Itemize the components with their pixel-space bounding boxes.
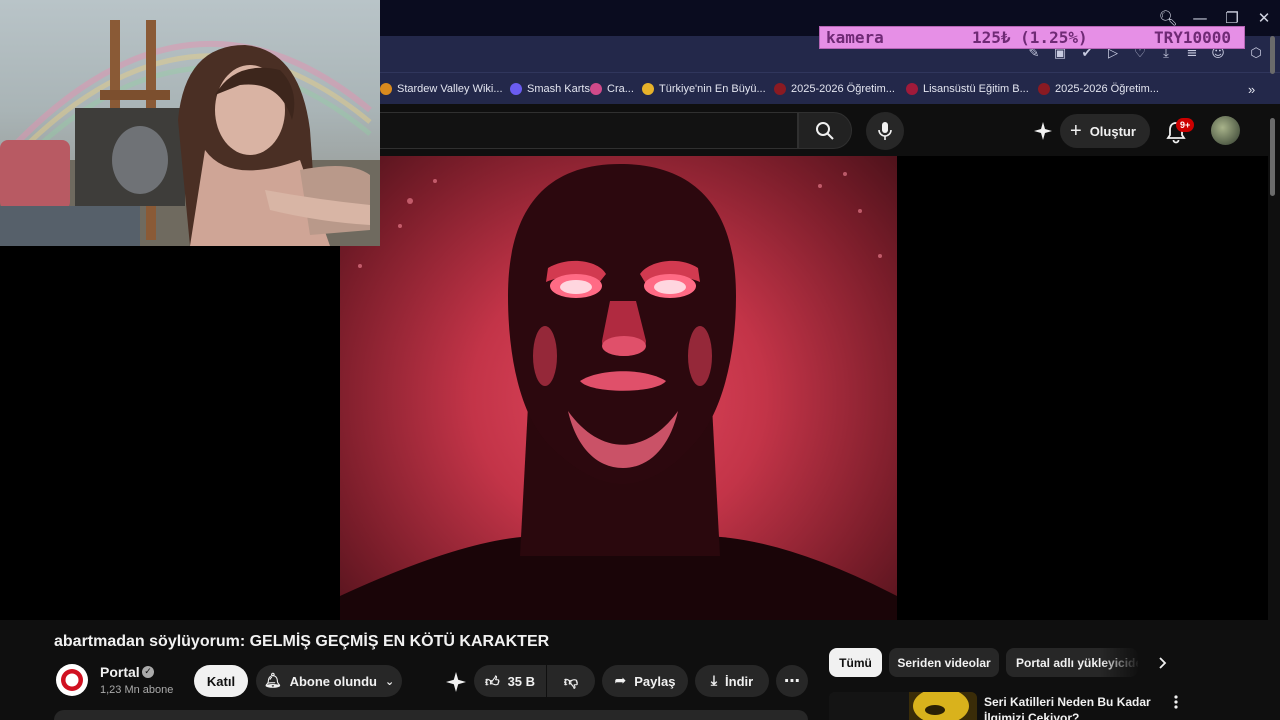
like-count: 35 B xyxy=(507,673,536,689)
ai-sparkle-icon[interactable] xyxy=(1032,120,1054,142)
bookmark-cra[interactable]: Cra... xyxy=(590,80,634,98)
bookmark-turkey-site[interactable]: Türkiye'nin En Büyü... xyxy=(642,80,766,98)
university-icon xyxy=(906,83,918,95)
video-thumbnail-red-face[interactable] xyxy=(340,156,897,620)
more-vertical-icon[interactable] xyxy=(1168,694,1184,710)
bookmarks-overflow-icon[interactable]: » xyxy=(1248,80,1255,98)
microphone-icon xyxy=(878,122,892,140)
download-icon: ⤓ xyxy=(710,673,718,689)
scrollbar-thumb[interactable] xyxy=(1270,118,1275,196)
portal-logo-icon xyxy=(61,669,83,691)
chip-all[interactable]: Tümü xyxy=(829,648,882,677)
university-icon xyxy=(1038,83,1050,95)
thumbs-up-icon: 👍︎ xyxy=(484,673,500,690)
more-actions-button[interactable]: ⋯ xyxy=(776,665,808,697)
university-icon xyxy=(774,83,786,95)
search-button[interactable] xyxy=(798,112,852,149)
search-icon xyxy=(816,121,834,140)
channel-avatar[interactable] xyxy=(56,664,88,696)
bookmark-ogretim-2[interactable]: 2025-2026 Öğretim... xyxy=(1038,80,1159,98)
overlay-goal: TRY10000 xyxy=(1154,28,1232,47)
chevron-right-icon[interactable] xyxy=(1150,651,1174,675)
create-button[interactable]: + Oluştur xyxy=(1060,114,1150,148)
bookmark-ogretim-1[interactable]: 2025-2026 Öğretim... xyxy=(774,80,895,98)
chip-series-videos[interactable]: Seriden videolar xyxy=(889,648,999,677)
description-box[interactable] xyxy=(54,710,808,720)
overlay-price: 125₺ (1.25%) xyxy=(972,28,1088,47)
search-input[interactable] xyxy=(380,112,798,149)
verified-badge-icon: ✓ xyxy=(142,666,154,678)
extension-icon[interactable]: ⬡ xyxy=(1246,44,1266,64)
overlay-label: kamera xyxy=(826,28,884,47)
webcam-overlay xyxy=(0,0,380,246)
ai-sparkle-icon[interactable] xyxy=(444,670,468,694)
stream-price-overlay: kamera 125₺ (1.25%) TRY10000 xyxy=(819,26,1245,49)
join-button[interactable]: Katıl xyxy=(194,665,248,697)
stardew-icon xyxy=(380,83,392,95)
cra-icon xyxy=(590,83,602,95)
bookmark-lisansustu[interactable]: Lisansüstü Eğitim B... xyxy=(906,80,1029,98)
dislike-button[interactable]: 👎︎ xyxy=(547,665,595,697)
chip-fade xyxy=(1100,646,1140,679)
webcam-feed xyxy=(0,20,380,246)
more-horizontal-icon: ⋯ xyxy=(784,673,800,690)
bookmark-smash-karts[interactable]: Smash Karts xyxy=(510,80,590,98)
download-button[interactable]: ⤓ İndir xyxy=(695,665,769,697)
smash-karts-icon xyxy=(510,83,522,95)
video-frame-art xyxy=(340,164,897,620)
like-button[interactable]: 👍︎ 35 B xyxy=(474,665,546,697)
notification-count-badge: 9+ xyxy=(1176,118,1195,132)
subscriber-count: 1,23 Mn abone xyxy=(100,684,174,696)
share-arrow-icon: ➦ xyxy=(614,673,627,689)
voice-search-button[interactable] xyxy=(866,112,904,150)
related-video-title[interactable]: Seri Katilleri Neden Bu Kadar İlgimizi Ç… xyxy=(984,694,1154,720)
user-avatar[interactable] xyxy=(1211,116,1240,145)
related-thumbnail-art xyxy=(829,692,977,720)
related-video-thumbnail[interactable] xyxy=(829,692,977,720)
toolbar-scrollbar-thumb[interactable] xyxy=(1270,36,1275,74)
page-scrollbar[interactable] xyxy=(1268,104,1280,720)
share-button[interactable]: ➦ Paylaş xyxy=(602,665,688,697)
bell-icon: 🔔︎ xyxy=(263,673,282,689)
video-title: abartmadan söylüyorum: GELMİŞ GEÇMİŞ EN … xyxy=(54,633,550,650)
turkey-site-icon xyxy=(642,83,654,95)
close-icon[interactable]: ✕ xyxy=(1252,7,1276,29)
thumbs-down-icon: 👎︎ xyxy=(563,673,579,690)
chevron-down-icon: ⌄ xyxy=(384,674,395,688)
plus-icon: + xyxy=(1070,120,1082,142)
subscribed-button[interactable]: 🔔︎ Abone olundu ⌄ xyxy=(256,665,402,697)
channel-name[interactable]: Portal xyxy=(100,664,140,680)
bookmark-stardew[interactable]: Stardew Valley Wiki... xyxy=(380,80,503,98)
